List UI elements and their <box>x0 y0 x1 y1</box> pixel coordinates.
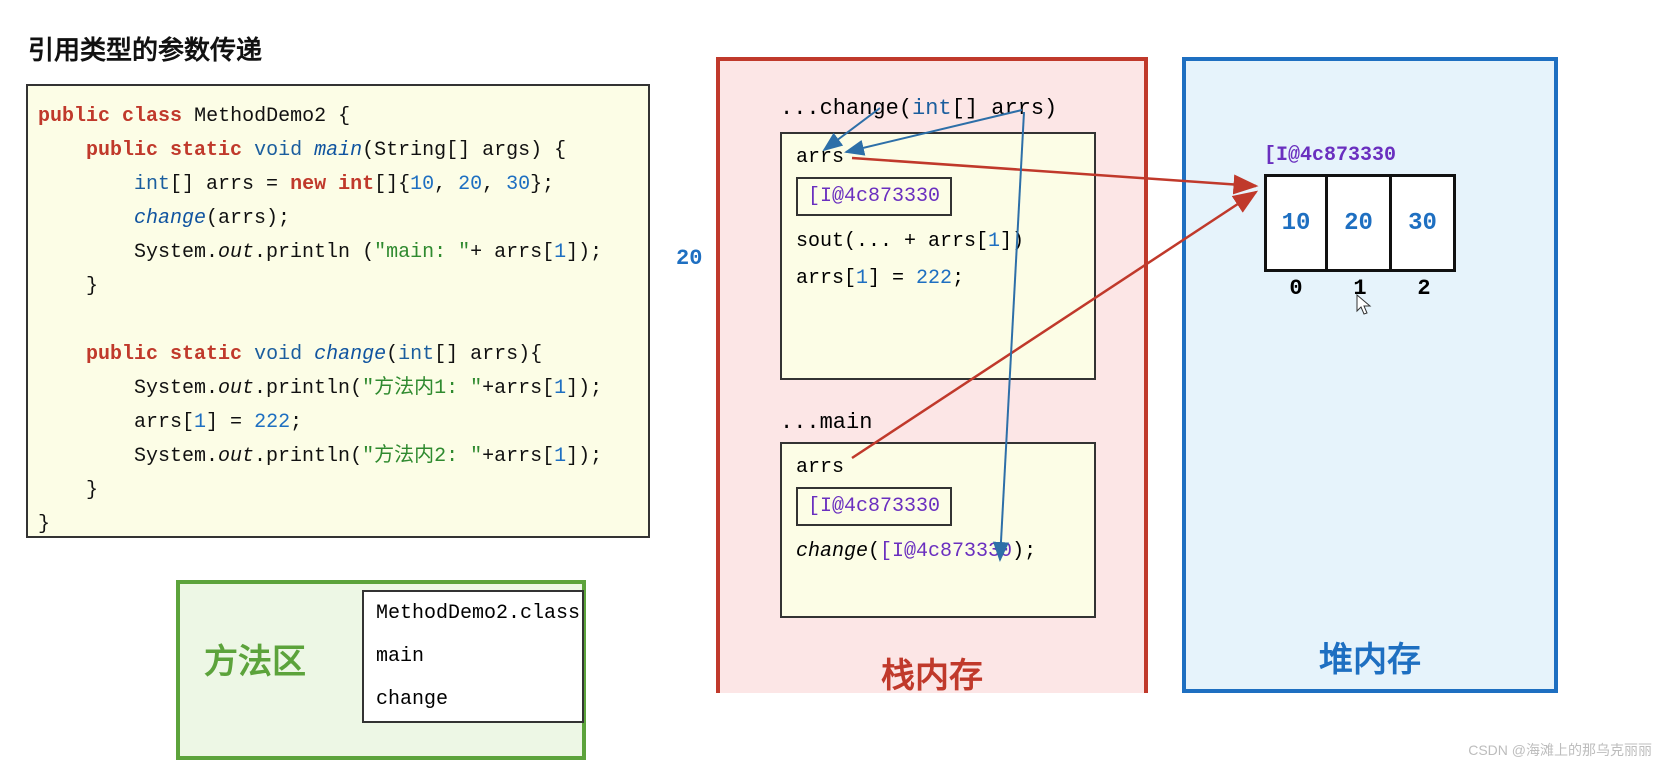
method-area-box: MethodDemo2.class main change <box>362 590 584 723</box>
main-frame: arrs [I@4c873330 change([I@4c873330); <box>780 442 1096 618</box>
change-frame: arrs [I@4c873330 sout(... + arrs[1]) arr… <box>780 132 1096 380</box>
code-box: public class MethodDemo2 { public static… <box>26 84 650 538</box>
method-area: 方法区 MethodDemo2.class main change <box>176 580 586 760</box>
heap-cell-0: 10 <box>1264 174 1328 272</box>
main-arrs-hash: [I@4c873330 <box>808 495 940 518</box>
heap-cell-2: 30 <box>1392 174 1456 272</box>
change-arrs-hash: [I@4c873330 <box>808 185 940 208</box>
main-arrs: arrs <box>796 456 844 479</box>
class-file: MethodDemo2.class <box>364 592 582 635</box>
change-arrs: arrs <box>796 146 844 169</box>
main-frame-header: ...main <box>780 410 872 435</box>
change-frame-header: ...change(int[] arrs) <box>780 96 1057 121</box>
heap-array: 10 20 30 <box>1264 174 1456 272</box>
diagram-title: 引用类型的参数传递 <box>28 30 262 67</box>
cursor-icon <box>1356 294 1374 316</box>
heap-label: 堆内存 <box>1186 632 1554 681</box>
output-20: 20 <box>676 246 702 271</box>
method-area-label: 方法区 <box>204 634 306 683</box>
heap-cell-1: 20 <box>1328 174 1392 272</box>
stack-label: 栈内存 <box>720 648 1144 697</box>
heap-array-hash: [I@4c873330 <box>1264 144 1396 167</box>
watermark: CSDN @海滩上的那乌克丽丽 <box>1468 740 1652 760</box>
method-change: change <box>364 678 582 721</box>
method-main: main <box>364 635 582 678</box>
